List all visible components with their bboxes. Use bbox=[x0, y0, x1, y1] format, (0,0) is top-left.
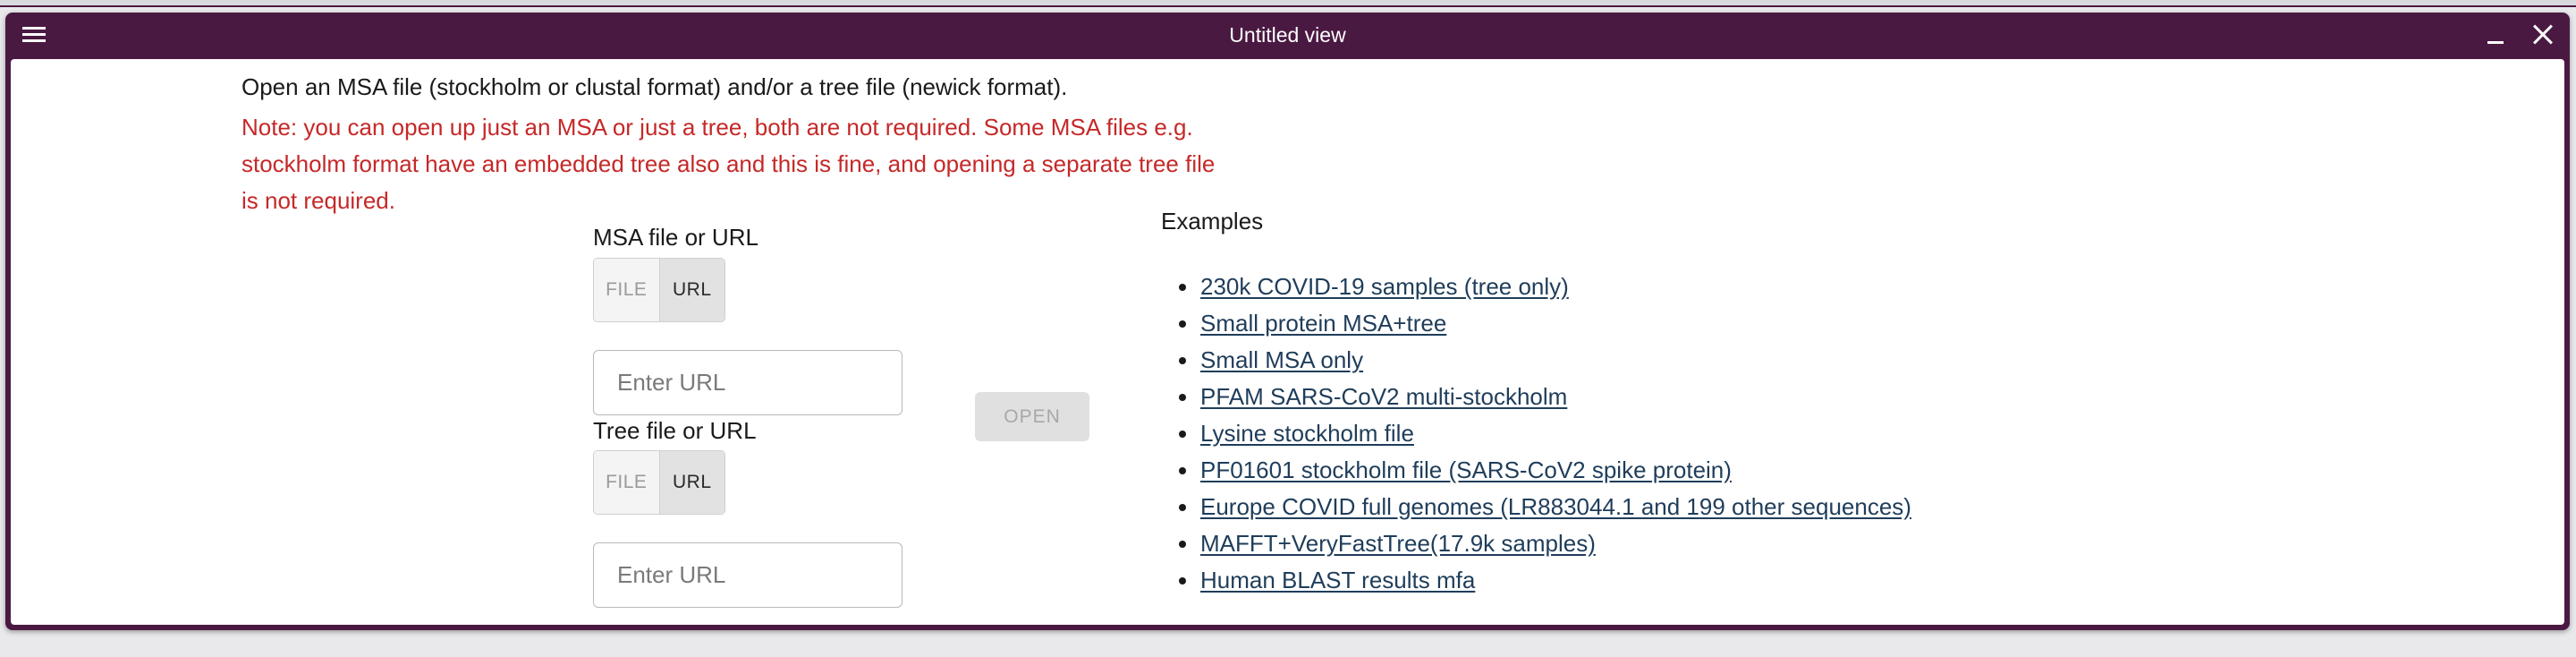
example-link[interactable]: Small protein MSA+tree bbox=[1200, 310, 1446, 337]
msa-field-label: MSA file or URL bbox=[593, 224, 758, 251]
close-icon[interactable] bbox=[2529, 21, 2556, 48]
example-link[interactable]: MAFFT+VeryFastTree(17.9k samples) bbox=[1200, 530, 1596, 557]
example-link[interactable]: PFAM SARS-CoV2 multi-stockholm bbox=[1200, 383, 1567, 410]
tree-url-input[interactable] bbox=[593, 542, 902, 608]
example-link[interactable]: Small MSA only bbox=[1200, 346, 1363, 373]
list-item: Europe COVID full genomes (LR883044.1 an… bbox=[1179, 489, 1911, 525]
example-link[interactable]: Human BLAST results mfa bbox=[1200, 567, 1475, 593]
note-line: is not required. bbox=[242, 187, 395, 214]
list-item: PF01601 stockholm file (SARS-CoV2 spike … bbox=[1179, 452, 1911, 489]
top-strip bbox=[0, 0, 2576, 7]
note-line: Note: you can open up just an MSA or jus… bbox=[242, 114, 1193, 141]
msa-source-toggle[interactable]: FILE URL bbox=[593, 258, 725, 322]
list-item: PFAM SARS-CoV2 multi-stockholm bbox=[1179, 379, 1911, 415]
tree-url-toggle-button[interactable]: URL bbox=[658, 451, 724, 514]
note-text: Note: you can open up just an MSA or jus… bbox=[242, 109, 1315, 219]
minimize-icon[interactable] bbox=[2483, 23, 2508, 48]
note-line: stockholm format have an embedded tree a… bbox=[242, 150, 1216, 177]
examples-list: 230k COVID-19 samples (tree only) Small … bbox=[1179, 269, 1911, 599]
msa-file-toggle-button[interactable]: FILE bbox=[594, 259, 659, 321]
list-item: Lysine stockholm file bbox=[1179, 415, 1911, 452]
list-item: 230k COVID-19 samples (tree only) bbox=[1179, 269, 1911, 305]
intro-text: Open an MSA file (stockholm or clustal f… bbox=[242, 73, 1068, 100]
msa-url-toggle-button[interactable]: URL bbox=[658, 259, 724, 321]
example-link[interactable]: 230k COVID-19 samples (tree only) bbox=[1200, 273, 1569, 300]
list-item: Human BLAST results mfa bbox=[1179, 562, 1911, 599]
example-link[interactable]: Europe COVID full genomes (LR883044.1 an… bbox=[1200, 493, 1911, 520]
tree-file-toggle-button[interactable]: FILE bbox=[594, 451, 659, 514]
view-titlebar: Untitled view bbox=[5, 13, 2570, 59]
open-button[interactable]: OPEN bbox=[975, 392, 1089, 441]
view-title: Untitled view bbox=[1229, 23, 1346, 47]
tree-source-toggle[interactable]: FILE URL bbox=[593, 450, 725, 515]
list-item: Small protein MSA+tree bbox=[1179, 305, 1911, 342]
list-item: Small MSA only bbox=[1179, 342, 1911, 379]
tree-field-label: Tree file or URL bbox=[593, 417, 757, 444]
examples-heading: Examples bbox=[1161, 208, 1264, 235]
example-link[interactable]: Lysine stockholm file bbox=[1200, 420, 1414, 447]
view-panel: Untitled view Open an MSA file (stockhol… bbox=[5, 13, 2570, 630]
list-item: MAFFT+VeryFastTree(17.9k samples) bbox=[1179, 525, 1911, 562]
msa-url-input[interactable] bbox=[593, 350, 902, 415]
import-form: Open an MSA file (stockholm or clustal f… bbox=[11, 59, 2564, 625]
example-link[interactable]: PF01601 stockholm file (SARS-CoV2 spike … bbox=[1200, 456, 1732, 483]
